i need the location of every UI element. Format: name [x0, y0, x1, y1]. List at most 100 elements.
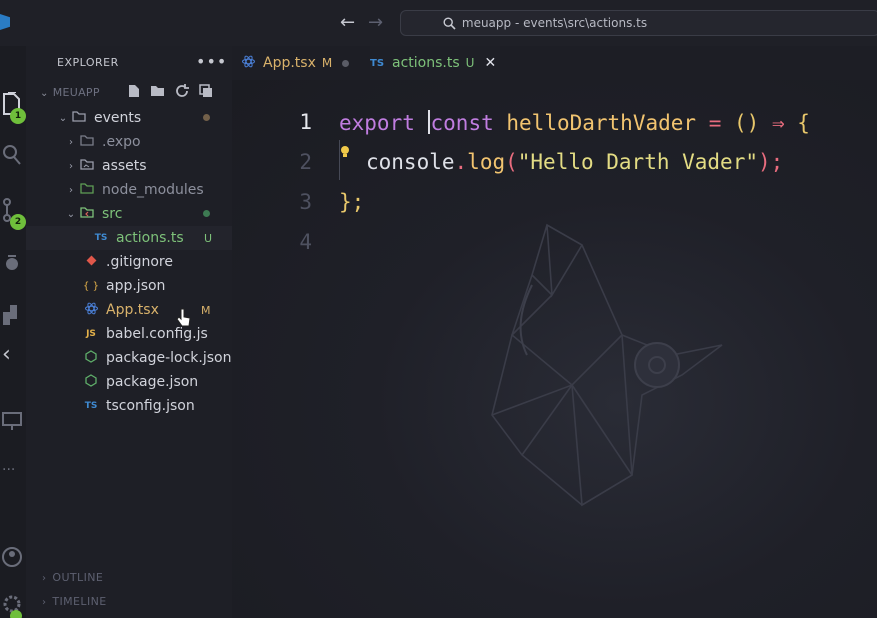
- back-arrow-icon[interactable]: ←: [340, 12, 355, 33]
- chevron-right-icon: ›: [42, 597, 47, 608]
- identifier-console: console: [366, 150, 455, 174]
- javascript-file-icon: JS: [86, 329, 96, 339]
- tree-item-label: App.tsx: [106, 302, 159, 318]
- folder-icon: [78, 135, 96, 149]
- file-app-json[interactable]: { } app.json: [26, 274, 232, 298]
- tree-item-label: package-lock.json: [106, 350, 232, 366]
- more-views-icon[interactable]: ···: [0, 462, 26, 488]
- code-line-3[interactable]: };: [339, 190, 364, 214]
- json-file-icon: { }: [83, 280, 99, 292]
- react-file-icon: [82, 302, 100, 318]
- tab-actions-ts[interactable]: TS actions.ts U ✕: [370, 46, 500, 80]
- folder-node-modules[interactable]: › node_modules: [26, 178, 232, 202]
- chevron-down-icon: ⌄: [40, 88, 49, 99]
- npm-file-icon: [82, 350, 100, 366]
- keyword-export: export: [339, 111, 415, 135]
- tree-item-label: .gitignore: [106, 254, 173, 270]
- outline-section[interactable]: › OUTLINE: [42, 571, 103, 584]
- function-name: helloDarthVader: [506, 111, 697, 135]
- tree-item-label: package.json: [106, 374, 199, 390]
- tree-item-label: app.json: [106, 278, 166, 294]
- folder-node-icon: [78, 183, 96, 197]
- code-line-2[interactable]: console.log("Hello Darth Vader");: [366, 150, 783, 174]
- git-icon: [82, 255, 100, 269]
- chevron-right-icon: ›: [42, 573, 47, 584]
- tree-item-label: tsconfig.json: [106, 398, 195, 414]
- workspace-root-label: MEUAPP: [52, 86, 100, 99]
- search-icon[interactable]: [0, 144, 26, 170]
- tree-item-label: babel.config.js: [106, 326, 208, 342]
- file-tsconfig[interactable]: TS tsconfig.json: [26, 394, 232, 418]
- refresh-icon[interactable]: [175, 84, 189, 102]
- code-editor[interactable]: 1 2 3 4 export const helloDarthVader = (…: [232, 80, 877, 618]
- tab-label: App.tsx: [263, 55, 316, 71]
- vscode-logo-icon: [0, 14, 10, 30]
- typescript-file-icon: TS: [370, 57, 385, 69]
- lightbulb-icon[interactable]: [340, 146, 350, 158]
- folder-open-icon: [70, 111, 88, 125]
- tab-modified-flag: M: [321, 56, 333, 70]
- close-tab-icon[interactable]: ✕: [484, 55, 496, 71]
- folder-src[interactable]: ⌄ src: [26, 202, 232, 226]
- open-paren: (: [505, 150, 518, 174]
- timeline-section[interactable]: › TIMELINE: [42, 595, 107, 608]
- method-log: log: [467, 150, 506, 174]
- tree-item-label: actions.ts: [116, 230, 184, 246]
- tree-item-label: src: [102, 206, 123, 222]
- tab-label: actions.ts: [392, 55, 460, 71]
- activity-bar: 1 2 ‹ ···: [0, 46, 26, 618]
- explorer-more-button[interactable]: •••: [196, 52, 227, 71]
- account-icon[interactable]: [0, 546, 26, 572]
- file-babel-config[interactable]: JS babel.config.js: [26, 322, 232, 346]
- typescript-file-icon: TS: [94, 233, 108, 243]
- chevron-right-icon: ›: [69, 184, 73, 196]
- chevron-right-icon: ›: [69, 160, 73, 172]
- line-number: 4: [299, 230, 312, 254]
- new-file-icon[interactable]: [128, 84, 140, 102]
- file-app-tsx[interactable]: App.tsx M: [26, 298, 232, 322]
- code-line-1[interactable]: export const helloDarthVader = () ⇒ {: [339, 110, 810, 135]
- tsconfig-file-icon: TS: [84, 401, 98, 411]
- folder-assets[interactable]: › assets: [26, 154, 232, 178]
- explorer-actions: [128, 84, 213, 102]
- chevron-right-icon: ›: [69, 136, 73, 148]
- command-center[interactable]: meuapp - events\src\actions.ts: [400, 10, 877, 36]
- unsaved-dot-icon[interactable]: [342, 59, 350, 67]
- file-gitignore[interactable]: .gitignore: [26, 250, 232, 274]
- npm-file-icon: [82, 374, 100, 390]
- tree-item-label: .expo: [102, 134, 141, 150]
- explorer-badge: 1: [10, 108, 26, 124]
- tab-app-tsx[interactable]: App.tsx M: [242, 46, 360, 80]
- settings-badge: [10, 610, 22, 618]
- outline-label: OUTLINE: [52, 571, 104, 584]
- tab-untracked-flag: U: [465, 56, 475, 70]
- extensions-icon[interactable]: [0, 304, 26, 330]
- collapse-all-icon[interactable]: [199, 84, 213, 102]
- search-icon: [443, 16, 456, 30]
- line-number: 3: [299, 190, 312, 214]
- parens: (): [734, 111, 760, 135]
- chevron-down-icon: ⌄: [66, 208, 76, 220]
- tree-item-label: node_modules: [102, 182, 204, 198]
- close-brace: };: [339, 190, 365, 214]
- folder-events[interactable]: ⌄ events: [26, 106, 232, 130]
- folder-expo[interactable]: › .expo: [26, 130, 232, 154]
- title-bar: ← → meuapp - events\src\actions.ts: [0, 0, 877, 46]
- untracked-status: U: [204, 231, 213, 245]
- file-package-json[interactable]: package.json: [26, 370, 232, 394]
- forward-arrow-icon[interactable]: →: [368, 12, 383, 33]
- remote-explorer-icon[interactable]: [0, 410, 26, 436]
- string-literal: "Hello Darth Vader": [517, 150, 758, 174]
- run-debug-icon[interactable]: [0, 252, 26, 278]
- workspace-root-row[interactable]: ⌄ MEUAPP: [40, 86, 100, 99]
- command-center-text: meuapp - events\src\actions.ts: [461, 16, 648, 30]
- folder-src-icon: [78, 207, 96, 221]
- file-actions-ts[interactable]: TS actions.ts U: [26, 226, 232, 250]
- source-control-badge: 2: [10, 214, 26, 230]
- line-number: 1: [299, 110, 312, 134]
- file-package-lock[interactable]: package-lock.json: [26, 346, 232, 370]
- collapse-chevron-icon[interactable]: ‹: [0, 342, 26, 368]
- close-paren: );: [757, 150, 784, 174]
- new-folder-icon[interactable]: [150, 84, 165, 102]
- open-brace: {: [797, 111, 810, 135]
